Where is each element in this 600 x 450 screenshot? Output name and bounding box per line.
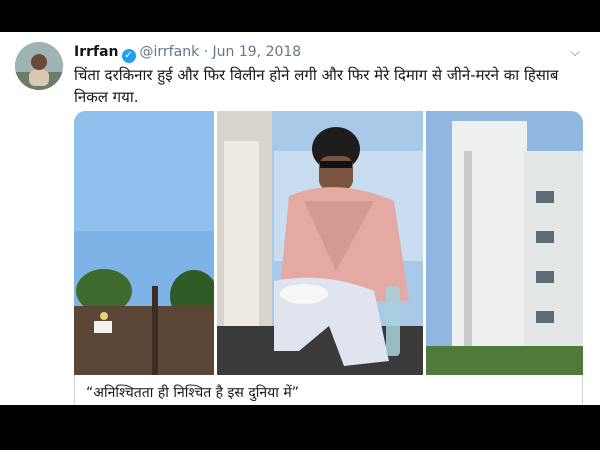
tweet-media[interactable] xyxy=(74,111,583,375)
link-card[interactable]: “अनिश्चितता ही निश्चित है इस दुनिया में” xyxy=(74,375,583,405)
tweet-date[interactable]: Jun 19, 2018 xyxy=(213,44,302,60)
verified-badge-icon: ✓ xyxy=(121,49,136,63)
letterbox-bottom xyxy=(0,405,600,450)
tweet-text: चिंता दरकिनार हुई और फिर विलीन होने लगी … xyxy=(74,66,559,106)
author-name[interactable]: Irrfan xyxy=(74,44,119,60)
tweet-header: Irrfan ✓ @irrfank · Jun 19, 2018 xyxy=(74,42,301,63)
tweet[interactable]: Irrfan ✓ @irrfank · Jun 19, 2018 ⌵ चिंता द… xyxy=(0,32,600,405)
letterbox-top xyxy=(0,0,600,32)
author-handle[interactable]: @irrfank xyxy=(140,44,200,60)
chevron-down-icon[interactable]: ⌵ xyxy=(565,42,585,62)
card-title[interactable]: “अनिश्चितता ही निश्चित है इस दुनिया में” xyxy=(86,383,299,402)
avatar[interactable] xyxy=(15,42,63,90)
separator: · xyxy=(203,44,209,60)
